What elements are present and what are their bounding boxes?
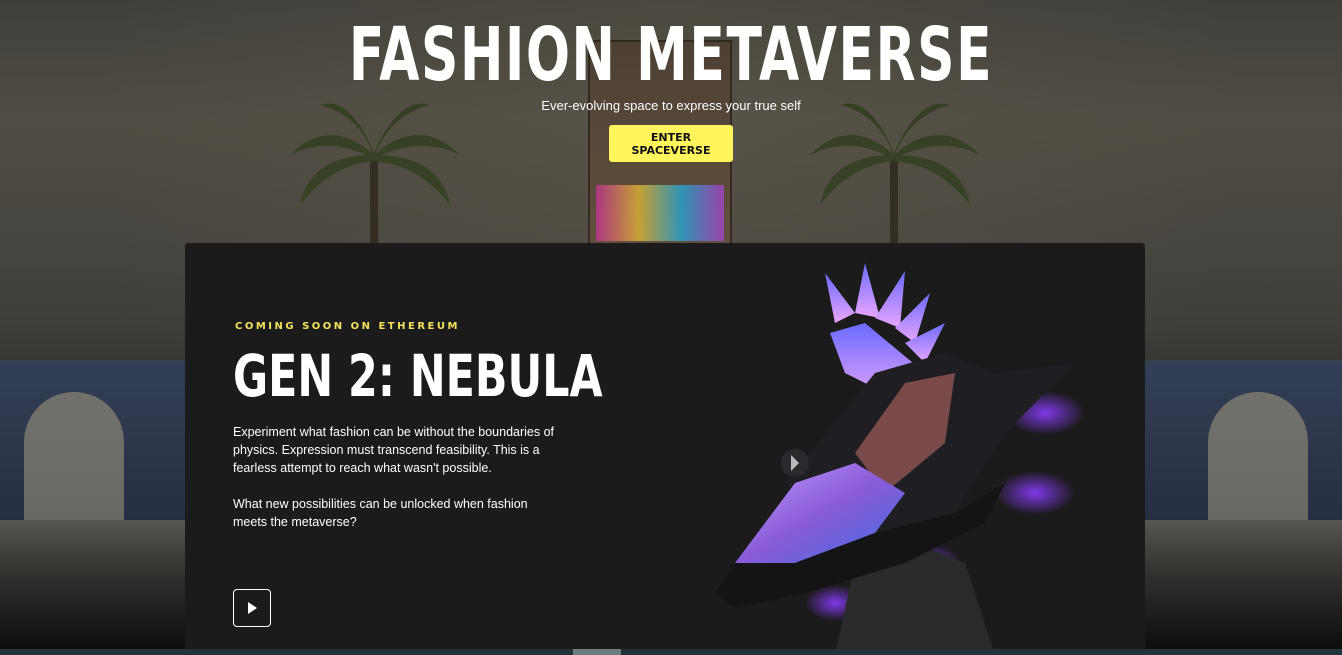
- horizontal-scrollbar[interactable]: [0, 649, 1342, 655]
- hero-title: FASHION METAVERSE: [348, 12, 994, 98]
- scrollbar-thumb[interactable]: [573, 649, 621, 655]
- sneaker-illustration: [715, 263, 1085, 655]
- hero: FASHION METAVERSE Ever-evolving space to…: [0, 12, 1342, 162]
- card-title: GEN 2: NEBULA: [233, 342, 603, 410]
- enter-spaceverse-button[interactable]: ENTER SPACEVERSE: [609, 125, 733, 162]
- page: FASHION METAVERSE Ever-evolving space to…: [0, 0, 1342, 655]
- gen2-card: COMING SOON ON ETHEREUM GEN 2: NEBULA Ex…: [185, 243, 1145, 655]
- play-icon: [248, 602, 257, 614]
- play-video-button[interactable]: [233, 589, 271, 627]
- hero-subtitle: Ever-evolving space to express your true…: [541, 98, 801, 113]
- card-paragraph-1: Experiment what fashion can be without t…: [233, 425, 555, 475]
- card-paragraph-2: What new possibilities can be unlocked w…: [233, 497, 528, 529]
- card-eyebrow: COMING SOON ON ETHEREUM: [235, 321, 460, 332]
